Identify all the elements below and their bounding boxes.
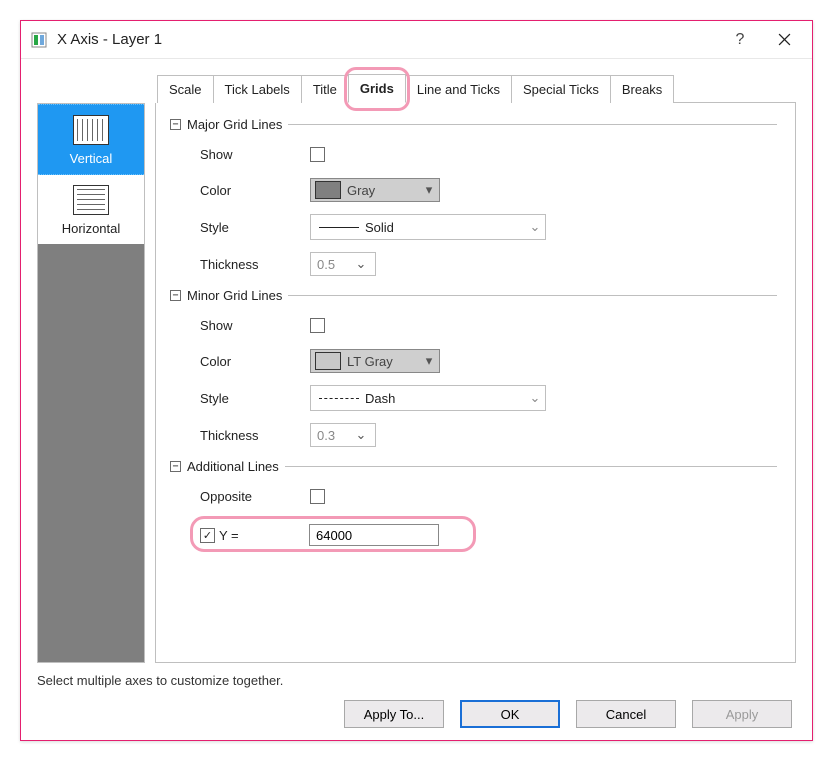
group-additional-lines: − Additional Lines Opposite Y = (170, 459, 777, 550)
group-title: Minor Grid Lines (187, 288, 288, 303)
thickness-label: Thickness (200, 428, 310, 443)
minor-style-dropdown[interactable]: Dash ⌄ (310, 385, 546, 411)
thickness-value: 0.5 (317, 257, 351, 272)
minor-show-checkbox[interactable] (310, 318, 325, 333)
style-name: Solid (365, 220, 525, 235)
tab-grids[interactable]: Grids (348, 74, 406, 103)
sidebar-item-label: Vertical (70, 151, 113, 166)
group-title: Additional Lines (187, 459, 285, 474)
style-label: Style (200, 220, 310, 235)
major-style-dropdown[interactable]: Solid ⌄ (310, 214, 546, 240)
sidebar-item-horizontal[interactable]: Horizontal (38, 175, 144, 244)
cancel-button[interactable]: Cancel (576, 700, 676, 728)
line-style-preview (319, 398, 359, 399)
apply-to-button[interactable]: Apply To... (344, 700, 444, 728)
major-show-checkbox[interactable] (310, 147, 325, 162)
color-name: LT Gray (345, 354, 419, 369)
ok-button[interactable]: OK (460, 700, 560, 728)
chevron-down-icon: ⌄ (525, 390, 545, 406)
tab-title[interactable]: Title (301, 75, 349, 103)
opposite-label: Opposite (200, 489, 310, 504)
color-swatch (315, 352, 341, 370)
chevron-down-icon: ▾ (419, 353, 439, 369)
group-minor-grid-lines: − Minor Grid Lines Show Color LT Gray (170, 288, 777, 447)
dialog-button-row: Apply To... OK Cancel Apply (37, 700, 796, 728)
chevron-down-icon: ⌄ (525, 219, 545, 235)
group-major-grid-lines: − Major Grid Lines Show Color Gray ▾ (170, 117, 777, 276)
close-button[interactable] (762, 25, 806, 55)
collapse-toggle[interactable]: − (170, 119, 181, 130)
tab-content: − Major Grid Lines Show Color Gray ▾ (155, 103, 796, 663)
chevron-down-icon: ▾ (419, 182, 439, 198)
chevron-down-icon: ⌄ (351, 256, 371, 272)
y-equals-label: Y = (219, 528, 309, 543)
show-label: Show (200, 318, 310, 333)
minor-thickness-dropdown[interactable]: 0.3 ⌄ (310, 423, 376, 447)
show-label: Show (200, 147, 310, 162)
minor-color-dropdown[interactable]: LT Gray ▾ (310, 349, 440, 373)
collapse-toggle[interactable]: − (170, 290, 181, 301)
y-equals-input[interactable] (309, 524, 439, 546)
line-style-preview (319, 227, 359, 228)
color-label: Color (200, 183, 310, 198)
thickness-value: 0.3 (317, 428, 351, 443)
tab-strip: Scale Tick Labels Title Grids Line and T… (157, 73, 796, 103)
style-label: Style (200, 391, 310, 406)
collapse-toggle[interactable]: − (170, 461, 181, 472)
style-name: Dash (365, 391, 525, 406)
tab-tick-labels[interactable]: Tick Labels (213, 75, 302, 103)
tab-line-and-ticks[interactable]: Line and Ticks (405, 75, 512, 103)
group-title: Major Grid Lines (187, 117, 288, 132)
thickness-label: Thickness (200, 257, 310, 272)
app-icon (31, 32, 47, 48)
vertical-grid-icon (73, 115, 109, 145)
sidebar-item-vertical[interactable]: Vertical (38, 104, 144, 175)
color-swatch (315, 181, 341, 199)
major-color-dropdown[interactable]: Gray ▾ (310, 178, 440, 202)
y-equals-checkbox[interactable] (200, 528, 215, 543)
dialog-window: X Axis - Layer 1 ? Scale Tick Labels Tit… (20, 20, 813, 741)
tab-special-ticks[interactable]: Special Ticks (511, 75, 611, 103)
help-button[interactable]: ? (718, 25, 762, 55)
sidebar-item-label: Horizontal (62, 221, 121, 236)
hint-text: Select multiple axes to customize togeth… (37, 673, 796, 688)
horizontal-grid-icon (73, 185, 109, 215)
titlebar: X Axis - Layer 1 ? (21, 21, 812, 59)
color-name: Gray (345, 183, 419, 198)
apply-button[interactable]: Apply (692, 700, 792, 728)
axis-sidebar: Vertical Horizontal (37, 103, 145, 663)
opposite-checkbox[interactable] (310, 489, 325, 504)
chevron-down-icon: ⌄ (351, 427, 371, 443)
color-label: Color (200, 354, 310, 369)
tab-breaks[interactable]: Breaks (610, 75, 674, 103)
window-title: X Axis - Layer 1 (57, 31, 162, 48)
major-thickness-dropdown[interactable]: 0.5 ⌄ (310, 252, 376, 276)
tab-scale[interactable]: Scale (157, 75, 214, 103)
